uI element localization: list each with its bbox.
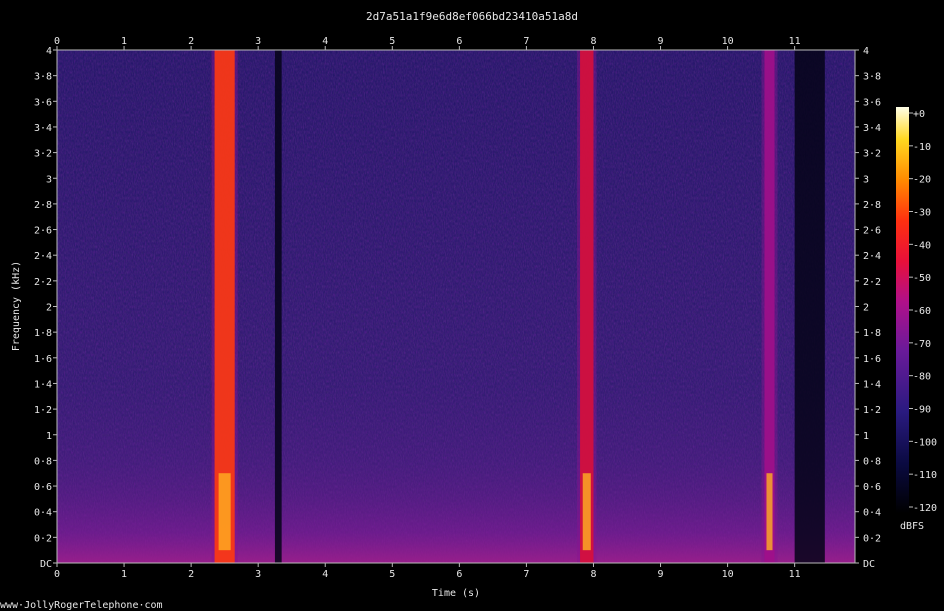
y-tick-left-label: 0·2	[34, 533, 52, 544]
colorbar-tick-label: -40	[913, 240, 931, 251]
low-frequency-energy	[57, 50, 855, 563]
x-tick-top-label: 3	[255, 36, 261, 47]
y-tick-left-label: 2·2	[34, 277, 52, 288]
y-tick-right-label: 4	[863, 46, 869, 57]
burst-core	[582, 473, 591, 551]
y-tick-right-label: 0·4	[863, 508, 881, 519]
colorbar-tick-label: -20	[913, 175, 931, 186]
y-tick-left-label: 3·4	[34, 123, 52, 134]
y-tick-right-label: 2·4	[863, 251, 881, 262]
y-tick-left-label: 2·6	[34, 226, 52, 237]
y-tick-left-label: 3·2	[34, 149, 52, 160]
y-tick-left-label: 2·4	[34, 251, 52, 262]
quiet-band	[274, 50, 282, 563]
colorbar-tick-label: -90	[913, 405, 931, 416]
x-tick-top-label: 5	[389, 36, 395, 47]
colorbar-tick-label: -10	[913, 142, 931, 153]
burst-core	[766, 473, 773, 551]
x-tick-bottom-label: 7	[523, 569, 529, 580]
footer-url: www·JollyRogerTelephone·com	[0, 600, 163, 611]
colorbar-tick-label: -70	[913, 339, 931, 350]
y-tick-left-label: 0·8	[34, 456, 52, 467]
y-tick-right-label: 3·2	[863, 149, 881, 160]
x-tick-top-label: 10	[722, 36, 734, 47]
x-tick-bottom-label: 4	[322, 569, 328, 580]
y-tick-right-label: 1·6	[863, 354, 881, 365]
colorbar-tick-label: +0	[913, 109, 925, 120]
y-tick-right-label: 3·6	[863, 97, 881, 108]
y-tick-left-label: 0·4	[34, 508, 52, 519]
y-ticks-left: DC 0·2 0·4 0·6 0·8 1 1·2 1·4 1·6 1·8 2 2·2 2·4 2·6 2·8…	[34, 46, 57, 570]
colorbar: +0 -10 -20 -30 -40 -50 -60 -70 -80 -90 -100 -110 -12…	[896, 107, 937, 532]
x-tick-bottom-label: 8	[590, 569, 596, 580]
x-tick-bottom-label: 2	[188, 569, 194, 580]
y-tick-right-label: 3·8	[863, 72, 881, 83]
colorbar-tick-label: -110	[913, 470, 937, 481]
x-tick-bottom-label: 6	[456, 569, 462, 580]
x-tick-bottom-label: 5	[389, 569, 395, 580]
y-tick-left-label: 2	[46, 303, 52, 314]
y-tick-right-label: 2·2	[863, 277, 881, 288]
x-tick-top-label: 11	[789, 36, 801, 47]
y-tick-left-label: 1·4	[34, 379, 52, 390]
x-ticks-bottom: 0 1 2 3 4 5 6 7 8 9 10 11	[54, 563, 801, 580]
colorbar-tick-label: -50	[913, 273, 931, 284]
x-tick-bottom-label: 11	[789, 569, 801, 580]
x-axis-label: Time (s)	[432, 588, 480, 599]
colorbar-tick-label: -120	[913, 503, 937, 514]
y-tick-left-label: 1·8	[34, 328, 52, 339]
quiet-band	[794, 50, 825, 563]
y-tick-right-label: 1·4	[863, 379, 881, 390]
x-tick-top-label: 9	[658, 36, 664, 47]
y-ticks-right: DC 0·2 0·4 0·6 0·8 1 1·2 1·4 1·6 1·8 2 2·2 2·4 2·6 2·8…	[855, 46, 881, 570]
y-tick-right-label: 3	[863, 174, 869, 185]
y-tick-left-label: 1	[46, 431, 52, 442]
colorbar-gradient	[896, 107, 909, 513]
colorbar-ticks: +0 -10 -20 -30 -40 -50 -60 -70 -80 -90 -100 -110 -12…	[909, 109, 937, 514]
colorbar-tick-label: -100	[913, 437, 937, 448]
burst-core	[218, 473, 231, 551]
chart-title: 2d7a51a1f9e6d8ef066bd23410a51a8d	[366, 10, 578, 23]
x-tick-bottom-label: 9	[658, 569, 664, 580]
y-tick-right-label: 1·8	[863, 328, 881, 339]
y-tick-left-label: 3·8	[34, 72, 52, 83]
spectrogram-chart: 2d7a51a1f9e6d8ef066bd23410a51a8d 0 1 2 3 4 5 6…	[0, 10, 937, 611]
y-tick-left-label: 3·6	[34, 97, 52, 108]
y-tick-right-label: 1·2	[863, 405, 881, 416]
x-tick-top-label: 6	[456, 36, 462, 47]
colorbar-tick-label: -60	[913, 306, 931, 317]
y-tick-left-label: DC	[40, 559, 52, 570]
y-tick-right-label: 2	[863, 303, 869, 314]
x-ticks-top: 0 1 2 3 4 5 6 7 8 9 10 11	[54, 36, 801, 50]
y-tick-right-label: 2·8	[863, 200, 881, 211]
y-tick-left-label: 1·2	[34, 405, 52, 416]
x-tick-top-label: 4	[322, 36, 328, 47]
y-axis-label: Frequency (kHz)	[11, 261, 22, 351]
y-tick-left-label: 3	[46, 174, 52, 185]
x-tick-bottom-label: 10	[722, 569, 734, 580]
y-tick-left-label: 0·6	[34, 482, 52, 493]
x-tick-top-label: 8	[590, 36, 596, 47]
y-tick-right-label: 2·6	[863, 226, 881, 237]
y-tick-left-label: 1·6	[34, 354, 52, 365]
x-tick-top-label: 0	[54, 36, 60, 47]
y-tick-left-label: 2·8	[34, 200, 52, 211]
y-tick-right-label: DC	[863, 559, 875, 570]
y-tick-left-label: 4	[46, 46, 52, 57]
x-tick-top-label: 2	[188, 36, 194, 47]
plot-area	[56, 49, 856, 564]
y-tick-right-label: 0·2	[863, 533, 881, 544]
y-tick-right-label: 0·6	[863, 482, 881, 493]
x-tick-bottom-label: 3	[255, 569, 261, 580]
x-tick-top-label: 7	[523, 36, 529, 47]
colorbar-label: dBFS	[900, 521, 924, 532]
y-tick-right-label: 1	[863, 431, 869, 442]
y-tick-right-label: 3·4	[863, 123, 881, 134]
y-tick-right-label: 0·8	[863, 456, 881, 467]
x-tick-top-label: 1	[121, 36, 127, 47]
x-tick-bottom-label: 0	[54, 569, 60, 580]
x-tick-bottom-label: 1	[121, 569, 127, 580]
colorbar-tick-label: -30	[913, 208, 931, 219]
colorbar-tick-label: -80	[913, 372, 931, 383]
